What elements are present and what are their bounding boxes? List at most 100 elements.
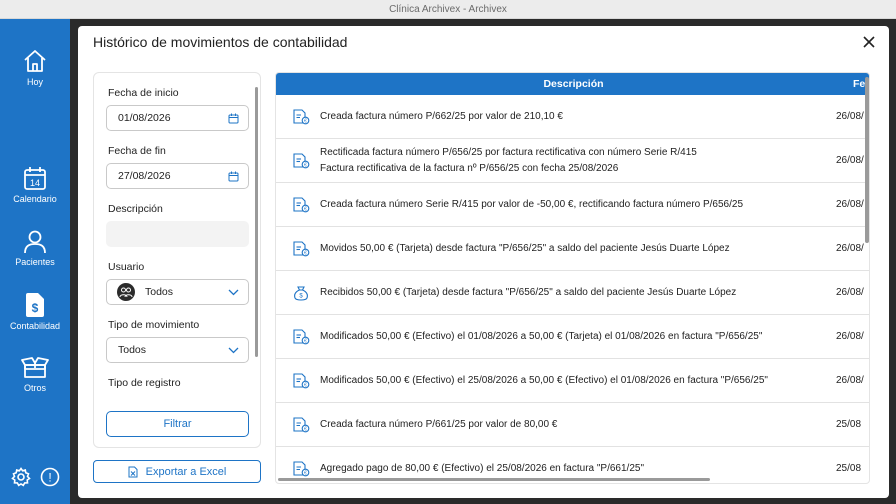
- sidebar-item-otros[interactable]: Otros: [0, 356, 70, 393]
- column-header-description[interactable]: Descripción: [276, 73, 869, 95]
- description-label: Descripción: [108, 203, 163, 215]
- row-description: Rectificada factura número P/656/25 por …: [320, 147, 697, 158]
- row-date: 25/08: [836, 463, 862, 474]
- svg-text:€: €: [304, 427, 307, 433]
- record-type-label: Tipo de registro: [108, 377, 181, 389]
- table-row[interactable]: € Movidos 50,00 € (Tarjeta) desde factura…: [276, 227, 869, 271]
- sidebar-item-pacientes[interactable]: Pacientes: [0, 229, 70, 267]
- user-label: Usuario: [108, 261, 145, 273]
- chevron-down-icon: [228, 289, 239, 296]
- row-description: Movidos 50,00 € (Tarjeta) desde factura …: [320, 243, 730, 254]
- table-row[interactable]: € Modificados 50,00 € (Efectivo) el 01/08…: [276, 315, 869, 359]
- svg-text:!: !: [48, 471, 51, 485]
- row-date: 25/08: [836, 419, 862, 430]
- user-select[interactable]: Todos: [106, 279, 249, 305]
- table-vertical-scrollbar[interactable]: [865, 77, 869, 243]
- table-row[interactable]: € Creada factura número Serie R/415 por v…: [276, 183, 869, 227]
- move-type-label: Tipo de movimiento: [108, 319, 200, 331]
- description-input[interactable]: [106, 221, 249, 247]
- sidebar: Hoy 14 Calendario Pacientes $ Contabilid…: [0, 19, 70, 504]
- invoice-icon: €: [292, 241, 310, 262]
- table-row[interactable]: € Modificados 50,00 € (Efectivo) el 25/08…: [276, 359, 869, 403]
- row-description: Agregado pago de 80,00 € (Efectivo) el 2…: [320, 463, 644, 474]
- close-icon[interactable]: [861, 34, 877, 50]
- document-dollar-icon: $: [26, 293, 44, 317]
- row-date: 26/08/: [836, 111, 864, 122]
- invoice-icon: €: [292, 153, 310, 174]
- calendar-icon: 14: [24, 167, 46, 190]
- svg-text:€: €: [304, 119, 307, 125]
- start-date-field[interactable]: 01/08/2026: [106, 105, 249, 131]
- table-row[interactable]: € Creada factura número P/661/25 por valo…: [276, 403, 869, 447]
- modal-title: Histórico de movimientos de contabilidad: [93, 34, 348, 50]
- sidebar-item-label: Contabilidad: [9, 321, 61, 331]
- money-bag-icon: $: [292, 285, 310, 306]
- table-row[interactable]: € Creada factura número P/662/25 por valo…: [276, 95, 869, 139]
- start-date-value: 01/08/2026: [118, 112, 171, 124]
- row-date: 26/08/: [836, 199, 864, 210]
- export-excel-button[interactable]: Exportar a Excel: [93, 460, 261, 483]
- excel-file-icon: [128, 466, 138, 477]
- box-icon: [21, 357, 49, 378]
- sidebar-item-hoy[interactable]: Hoy: [0, 48, 70, 87]
- gear-icon[interactable]: [10, 467, 31, 487]
- end-date-label: Fecha de fin: [108, 145, 166, 157]
- move-type-select[interactable]: Todos: [106, 337, 249, 363]
- table-row[interactable]: $ Recibidos 50,00 € (Tarjeta) desde factu…: [276, 271, 869, 315]
- move-type-value: Todos: [118, 344, 147, 356]
- export-button-label: Exportar a Excel: [145, 465, 227, 478]
- filter-panel: Fecha de inicio 01/08/2026 Fecha de fin …: [93, 72, 261, 448]
- row-description: Recibidos 50,00 € (Tarjeta) desde factur…: [320, 287, 737, 298]
- svg-text:€: €: [304, 163, 307, 169]
- row-date: 26/08/: [836, 287, 864, 298]
- history-table: Descripción Fe € Creada factura número P/…: [275, 72, 870, 484]
- sidebar-item-label: Pacientes: [15, 257, 55, 267]
- sidebar-item-label: Calendario: [13, 194, 57, 204]
- row-date: 26/08/: [836, 155, 864, 166]
- row-date: 26/08/: [836, 331, 864, 342]
- row-description: Modificados 50,00 € (Efectivo) el 01/08/…: [320, 331, 763, 342]
- filter-button[interactable]: Filtrar: [106, 411, 249, 437]
- row-description: Creada factura número P/661/25 por valor…: [320, 419, 558, 430]
- svg-text:€: €: [304, 339, 307, 345]
- svg-text:€: €: [304, 471, 307, 477]
- window-title: Clínica Archivex - Archivex: [389, 3, 507, 15]
- invoice-icon: €: [292, 109, 310, 130]
- calendar-icon[interactable]: [228, 171, 239, 182]
- invoice-icon: €: [292, 197, 310, 218]
- row-date: 26/08/: [836, 375, 864, 386]
- user-icon: [24, 230, 46, 254]
- sidebar-item-calendario[interactable]: 14 Calendario: [0, 166, 70, 204]
- invoice-icon: €: [292, 329, 310, 350]
- row-date: 26/08/: [836, 243, 864, 254]
- invoice-icon: €: [292, 417, 310, 438]
- window-titlebar: Clínica Archivex - Archivex: [0, 0, 896, 19]
- sidebar-item-label: Otros: [23, 383, 46, 393]
- row-description-detail: Factura rectificativa de la factura nº P…: [320, 163, 619, 174]
- svg-text:€: €: [304, 383, 307, 389]
- table-header: Descripción Fe: [276, 73, 869, 95]
- column-header-date[interactable]: Fe: [853, 73, 865, 95]
- user-select-value: Todos: [145, 286, 174, 298]
- end-date-value: 27/08/2026: [118, 170, 171, 182]
- calendar-icon[interactable]: [228, 113, 239, 124]
- chevron-down-icon: [228, 347, 239, 354]
- table-row[interactable]: € Rectificada factura número P/656/25 por…: [276, 139, 869, 183]
- row-description: Creada factura número Serie R/415 por va…: [320, 199, 744, 210]
- sidebar-item-contabilidad[interactable]: $ Contabilidad: [0, 292, 70, 331]
- alert-icon[interactable]: !: [40, 467, 60, 487]
- row-description: Modificados 50,00 € (Efectivo) el 25/08/…: [320, 375, 768, 386]
- start-date-label: Fecha de inicio: [108, 87, 179, 99]
- table-horizontal-scrollbar[interactable]: [278, 478, 710, 481]
- sidebar-bottom-icons: !: [0, 467, 70, 487]
- home-icon: [24, 50, 46, 72]
- filter-scrollbar[interactable]: [255, 87, 258, 357]
- calendar-day-number: 14: [30, 178, 40, 188]
- users-group-icon: [117, 283, 135, 301]
- history-modal: Histórico de movimientos de contabilidad…: [78, 26, 889, 498]
- sidebar-item-label: Hoy: [26, 77, 43, 87]
- invoice-icon: €: [292, 373, 310, 394]
- svg-text:$: $: [32, 301, 39, 315]
- row-description: Creada factura número P/662/25 por valor…: [320, 111, 563, 122]
- end-date-field[interactable]: 27/08/2026: [106, 163, 249, 189]
